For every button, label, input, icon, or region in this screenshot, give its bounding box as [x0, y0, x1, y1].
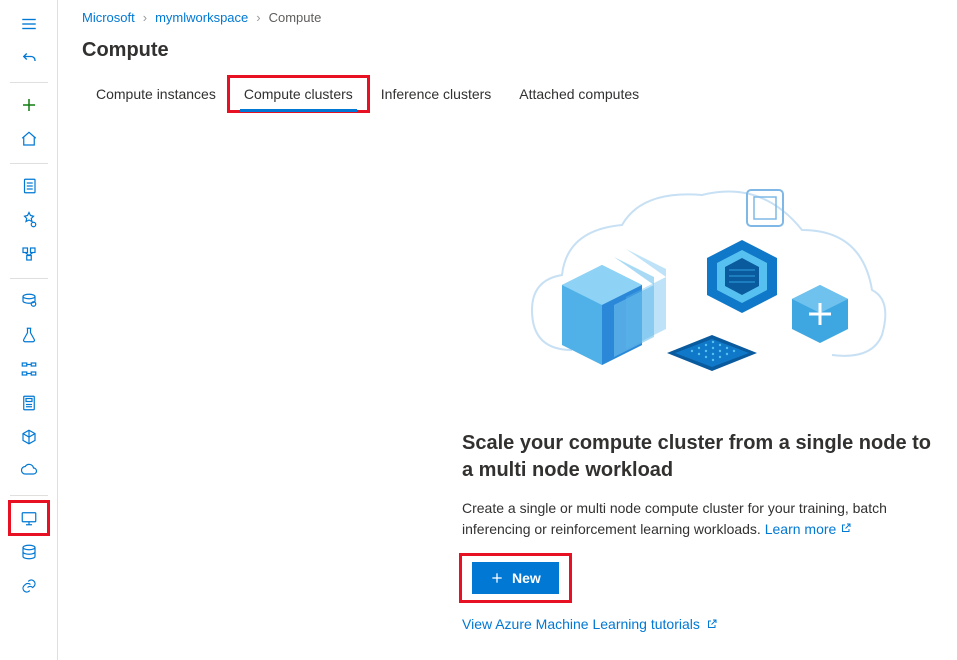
chevron-right-icon: › — [256, 10, 260, 25]
models-icon[interactable] — [10, 387, 48, 419]
new-button-label: New — [512, 570, 541, 586]
automl-icon[interactable] — [10, 204, 48, 236]
new-icon[interactable] — [10, 89, 48, 121]
breadcrumb-workspace[interactable]: mymlworkspace — [155, 10, 248, 25]
empty-state-description: Create a single or multi node compute cl… — [462, 498, 933, 540]
cloud-illustration — [462, 150, 902, 410]
new-button[interactable]: New — [472, 562, 559, 594]
tab-compute-clusters[interactable]: Compute clusters — [230, 78, 367, 110]
sidebar-divider — [10, 163, 48, 164]
external-link-icon — [840, 522, 852, 534]
breadcrumb-current: Compute — [269, 10, 322, 25]
empty-state: Scale your compute cluster from a single… — [58, 110, 957, 660]
page-title: Compute — [58, 29, 957, 78]
tab-compute-instances[interactable]: Compute instances — [82, 78, 230, 110]
notebooks-icon[interactable] — [10, 170, 48, 202]
back-icon[interactable] — [10, 42, 48, 74]
sidebar — [0, 0, 58, 660]
breadcrumb: Microsoft › mymlworkspace › Compute — [58, 0, 957, 29]
breadcrumb-org[interactable]: Microsoft — [82, 10, 135, 25]
linked-services-icon[interactable] — [10, 570, 48, 602]
tutorials-link[interactable]: View Azure Machine Learning tutorials — [462, 616, 718, 632]
sidebar-divider — [10, 82, 48, 83]
learn-more-link[interactable]: Learn more — [765, 521, 852, 537]
tab-inference-clusters[interactable]: Inference clusters — [367, 78, 506, 110]
datastores-icon[interactable] — [10, 536, 48, 568]
tab-attached-computes[interactable]: Attached computes — [505, 78, 653, 110]
designer-icon[interactable] — [10, 238, 48, 270]
experiments-icon[interactable] — [10, 319, 48, 351]
empty-state-title: Scale your compute cluster from a single… — [462, 430, 933, 484]
compute-icon[interactable] — [10, 502, 48, 534]
datasets-icon[interactable] — [10, 285, 48, 317]
chevron-right-icon: › — [143, 10, 147, 25]
pipelines-icon[interactable] — [10, 353, 48, 385]
plus-icon — [490, 571, 504, 585]
new-button-highlight: New — [462, 556, 569, 600]
sidebar-divider — [10, 278, 48, 279]
main-content: Microsoft › mymlworkspace › Compute Comp… — [58, 0, 957, 660]
hamburger-icon[interactable] — [10, 8, 48, 40]
tabs: Compute instances Compute clusters Infer… — [58, 78, 957, 110]
home-icon[interactable] — [10, 123, 48, 155]
external-link-icon — [706, 618, 718, 630]
environments-icon[interactable] — [10, 455, 48, 487]
endpoints-icon[interactable] — [10, 421, 48, 453]
sidebar-divider — [10, 495, 48, 496]
